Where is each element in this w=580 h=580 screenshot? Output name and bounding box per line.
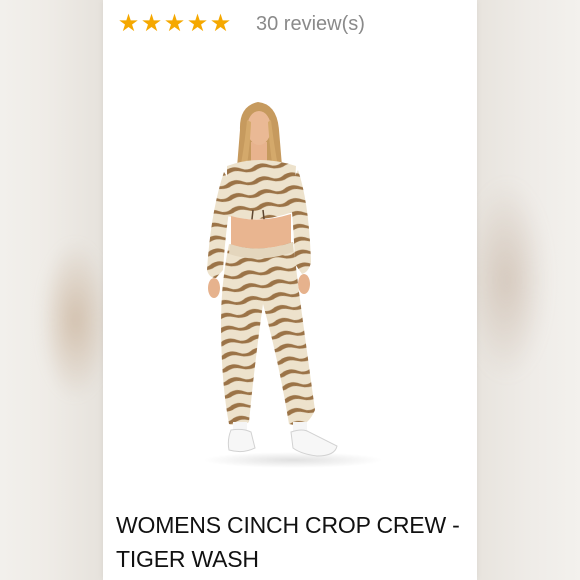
rating-row[interactable]: ★ ★ ★ ★ ★ 30 review(s) xyxy=(117,10,365,38)
blurred-backdrop-right xyxy=(467,0,580,580)
sneaker-left xyxy=(227,428,256,453)
blurred-backdrop-left xyxy=(0,0,110,580)
star-icon: ★ xyxy=(117,10,140,37)
review-count-link[interactable]: 30 review(s) xyxy=(256,12,365,36)
model-midriff xyxy=(231,214,291,249)
model-hand-left xyxy=(208,278,220,298)
star-icon: ★ xyxy=(209,10,232,37)
blurred-backdrop-shape xyxy=(467,180,547,380)
model-hand-right xyxy=(298,274,310,294)
crop-sweatshirt xyxy=(227,160,296,220)
product-title[interactable]: WOMENS CINCH CROP CREW - TIGER WASH xyxy=(116,508,472,576)
star-icon: ★ xyxy=(186,10,209,37)
star-rating[interactable]: ★ ★ ★ ★ ★ xyxy=(117,12,232,36)
star-icon: ★ xyxy=(163,10,186,37)
floor-shadow xyxy=(203,452,383,468)
product-image[interactable] xyxy=(103,92,477,472)
blurred-backdrop-shape xyxy=(40,240,110,400)
product-card: ★ ★ ★ ★ ★ 30 review(s) WOMENS CINCH CROP… xyxy=(103,0,477,580)
star-icon: ★ xyxy=(140,10,163,37)
